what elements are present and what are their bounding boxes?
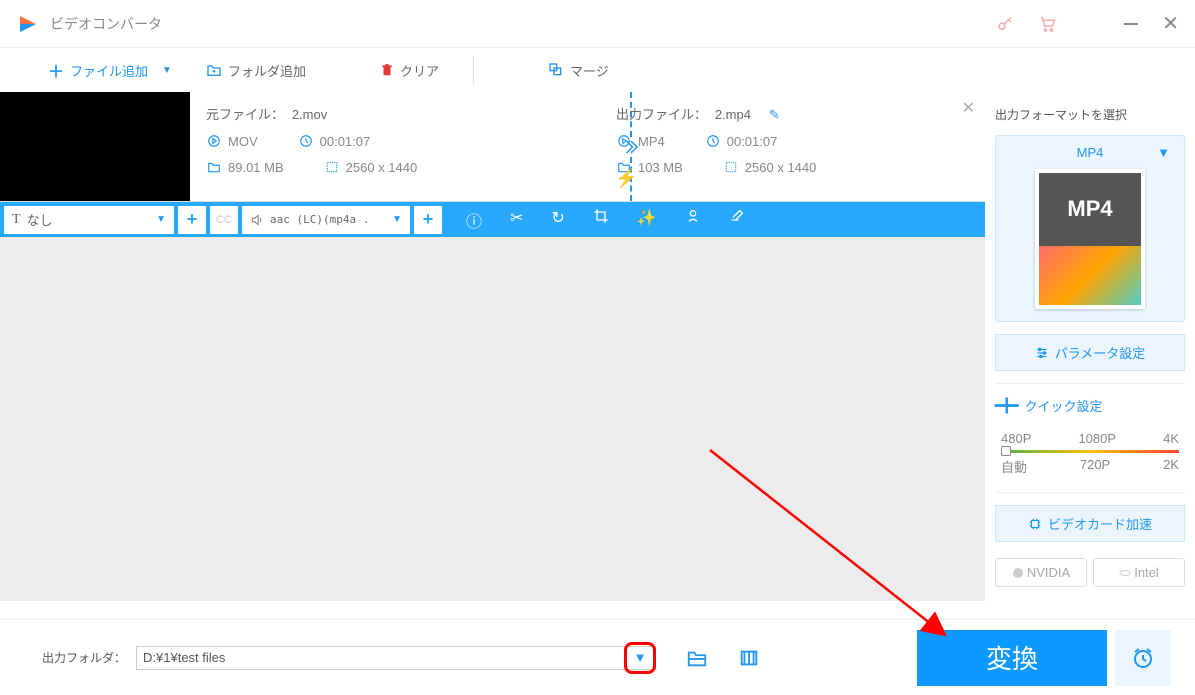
trash-icon	[380, 63, 394, 77]
cut-icon[interactable]: ✂	[510, 208, 523, 232]
clock-icon	[705, 133, 721, 149]
add-audio-button[interactable]: +	[414, 206, 442, 234]
bottom-bar: 出力フォルダ： D:¥1¥test files ▼ 変換	[0, 619, 1195, 695]
file-list-area	[0, 237, 985, 601]
add-folder-label: フォルダ追加	[228, 61, 306, 80]
film-icon	[206, 133, 222, 149]
format-dropdown-icon[interactable]: ▼	[1157, 145, 1170, 160]
folder-icon	[206, 159, 222, 175]
slider-thumb[interactable]	[1001, 446, 1011, 456]
sliders-icon	[1035, 346, 1049, 360]
resolution-icon	[723, 159, 739, 175]
src-size: 89.01 MB	[228, 160, 284, 175]
audio-value: aac (LC)(mp4a .	[270, 213, 369, 226]
remove-file-button[interactable]: ✕	[962, 98, 975, 118]
gpu-accel-button[interactable]: ビデオカード加速	[995, 505, 1185, 542]
right-panel: 出力フォーマットを選択 MP4▼ MP4 パラメータ設定 ━╋━ クイック設定 …	[985, 92, 1195, 601]
src-resolution: 2560 x 1440	[346, 160, 418, 175]
cart-icon[interactable]	[1038, 15, 1056, 33]
lightning-icon: ⚡	[615, 168, 637, 189]
quick-settings-title: ━╋━ クイック設定	[995, 396, 1185, 415]
speaker-icon	[250, 213, 264, 227]
clear-button[interactable]: クリア	[372, 57, 447, 84]
titlebar: ビデオコンバータ ✕	[0, 0, 1195, 48]
text-icon: T	[12, 212, 21, 228]
key-icon[interactable]	[996, 15, 1014, 33]
dst-resolution: 2560 x 1440	[745, 160, 817, 175]
edit-toolbar: T なし ▼ + CC aac (LC)(mp4a . ▼ + ⓘ ✂ ↻ ✨	[0, 202, 985, 237]
add-file-label: ファイル追加	[70, 61, 148, 80]
dst-duration: 00:01:07	[727, 134, 778, 149]
window-minimize-button[interactable]	[1124, 23, 1138, 25]
edit-name-icon[interactable]: ✎	[769, 107, 780, 122]
chip-icon	[1028, 517, 1042, 531]
toolbar-separator	[473, 56, 474, 84]
format-card[interactable]: MP4 ▼ MP4	[995, 135, 1185, 322]
folder-plus-icon	[206, 62, 222, 78]
param-label: パラメータ設定	[1055, 343, 1146, 362]
add-folder-button[interactable]: フォルダ追加	[198, 57, 314, 84]
output-format-title: 出力フォーマットを選択	[995, 106, 1185, 123]
src-duration: 00:01:07	[320, 134, 371, 149]
audio-dropdown[interactable]: aac (LC)(mp4a . ▼	[242, 206, 410, 234]
resolution-slider[interactable]: 480P1080P4K 自動720P2K	[995, 427, 1185, 480]
app-logo-icon	[16, 12, 40, 36]
effects-icon[interactable]: ✨	[637, 208, 657, 232]
schedule-button[interactable]	[1115, 630, 1171, 686]
subtitle-dropdown[interactable]: T なし ▼	[4, 206, 174, 234]
subtitle-edit-icon[interactable]	[729, 208, 745, 232]
clear-label: クリア	[400, 61, 439, 80]
gpu-nvidia-chip: NVIDIA	[995, 558, 1087, 587]
parameter-settings-button[interactable]: パラメータ設定	[995, 334, 1185, 371]
window-close-button[interactable]: ✕	[1162, 11, 1179, 36]
file-row: 元ファイル： 2.mov MOV 00:01:07 89.01 MB 2560 …	[0, 92, 985, 202]
merge-button[interactable]: マージ	[540, 57, 617, 84]
watermark-icon[interactable]	[685, 208, 701, 232]
crop-icon[interactable]	[593, 208, 609, 232]
clock-icon	[298, 133, 314, 149]
add-subtitle-button[interactable]: +	[178, 206, 206, 234]
app-title: ビデオコンバータ	[50, 14, 162, 34]
info-icon[interactable]: ⓘ	[466, 208, 482, 232]
merge-icon	[548, 62, 564, 78]
open-folder-button[interactable]	[686, 647, 708, 669]
video-thumbnail[interactable]	[0, 92, 190, 201]
main-toolbar: ＋ ファイル追加 ▼ フォルダ追加 クリア マージ	[0, 48, 1195, 92]
output-folder-dropdown[interactable]: ▼	[624, 642, 656, 674]
subtitle-value: なし	[27, 210, 53, 229]
format-preview-icon: MP4	[1035, 169, 1145, 309]
merge-label: マージ	[570, 61, 609, 80]
format-name: MP4	[1077, 145, 1104, 160]
resolution-icon	[324, 159, 340, 175]
source-file-label: 元ファイル： 2.mov	[206, 104, 576, 123]
src-format: MOV	[228, 134, 258, 149]
output-file-label: 出力ファイル： 2.mp4 ✎	[616, 104, 969, 123]
convert-button[interactable]: 変換	[917, 630, 1107, 686]
output-folder-input[interactable]: D:¥1¥test files	[136, 646, 656, 670]
cc-button[interactable]: CC	[210, 206, 238, 234]
rotate-icon[interactable]: ↻	[551, 208, 564, 232]
gpu-intel-chip: Intel	[1093, 558, 1185, 587]
gpu-label: ビデオカード加速	[1048, 514, 1152, 533]
add-file-button[interactable]: ＋ ファイル追加 ▼	[40, 54, 180, 86]
output-folder-label: 出力フォルダ：	[42, 649, 126, 666]
settings-icon[interactable]	[738, 647, 760, 669]
